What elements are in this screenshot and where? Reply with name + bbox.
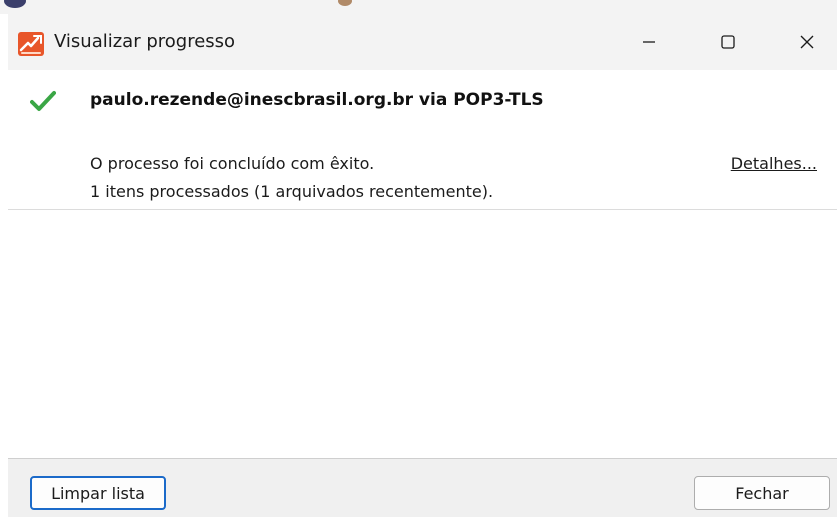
details-link[interactable]: Detalhes... [731,154,817,173]
window-title: Visualizar progresso [54,31,236,52]
progress-dialog: Visualizar progresso paulo.rezende@inesc… [8,14,837,517]
title-bar[interactable]: Visualizar progresso [8,14,837,70]
progress-entry: paulo.rezende@inescbrasil.org.br via POP… [8,70,837,210]
maximize-button[interactable] [693,14,763,70]
maximize-icon [721,35,735,49]
close-icon [800,35,814,49]
minimize-button[interactable] [614,14,684,70]
close-button[interactable]: Fechar [694,476,830,510]
background-decoration [338,0,352,6]
dialog-footer: Limpar lista Fechar [8,458,837,517]
close-window-button[interactable] [772,14,837,70]
success-check-icon [30,91,56,111]
background-avatar [4,0,26,8]
background-window-strip [0,0,837,14]
items-count-text: 1 itens processados (1 arquivados recent… [90,182,494,201]
account-label: paulo.rezende@inescbrasil.org.br via POP… [90,90,544,110]
clear-list-button[interactable]: Limpar lista [30,476,166,510]
minimize-icon [643,41,655,43]
status-text: O processo foi concluído com êxito. [90,154,375,173]
progress-list-area [8,210,837,458]
app-icon [18,32,44,56]
